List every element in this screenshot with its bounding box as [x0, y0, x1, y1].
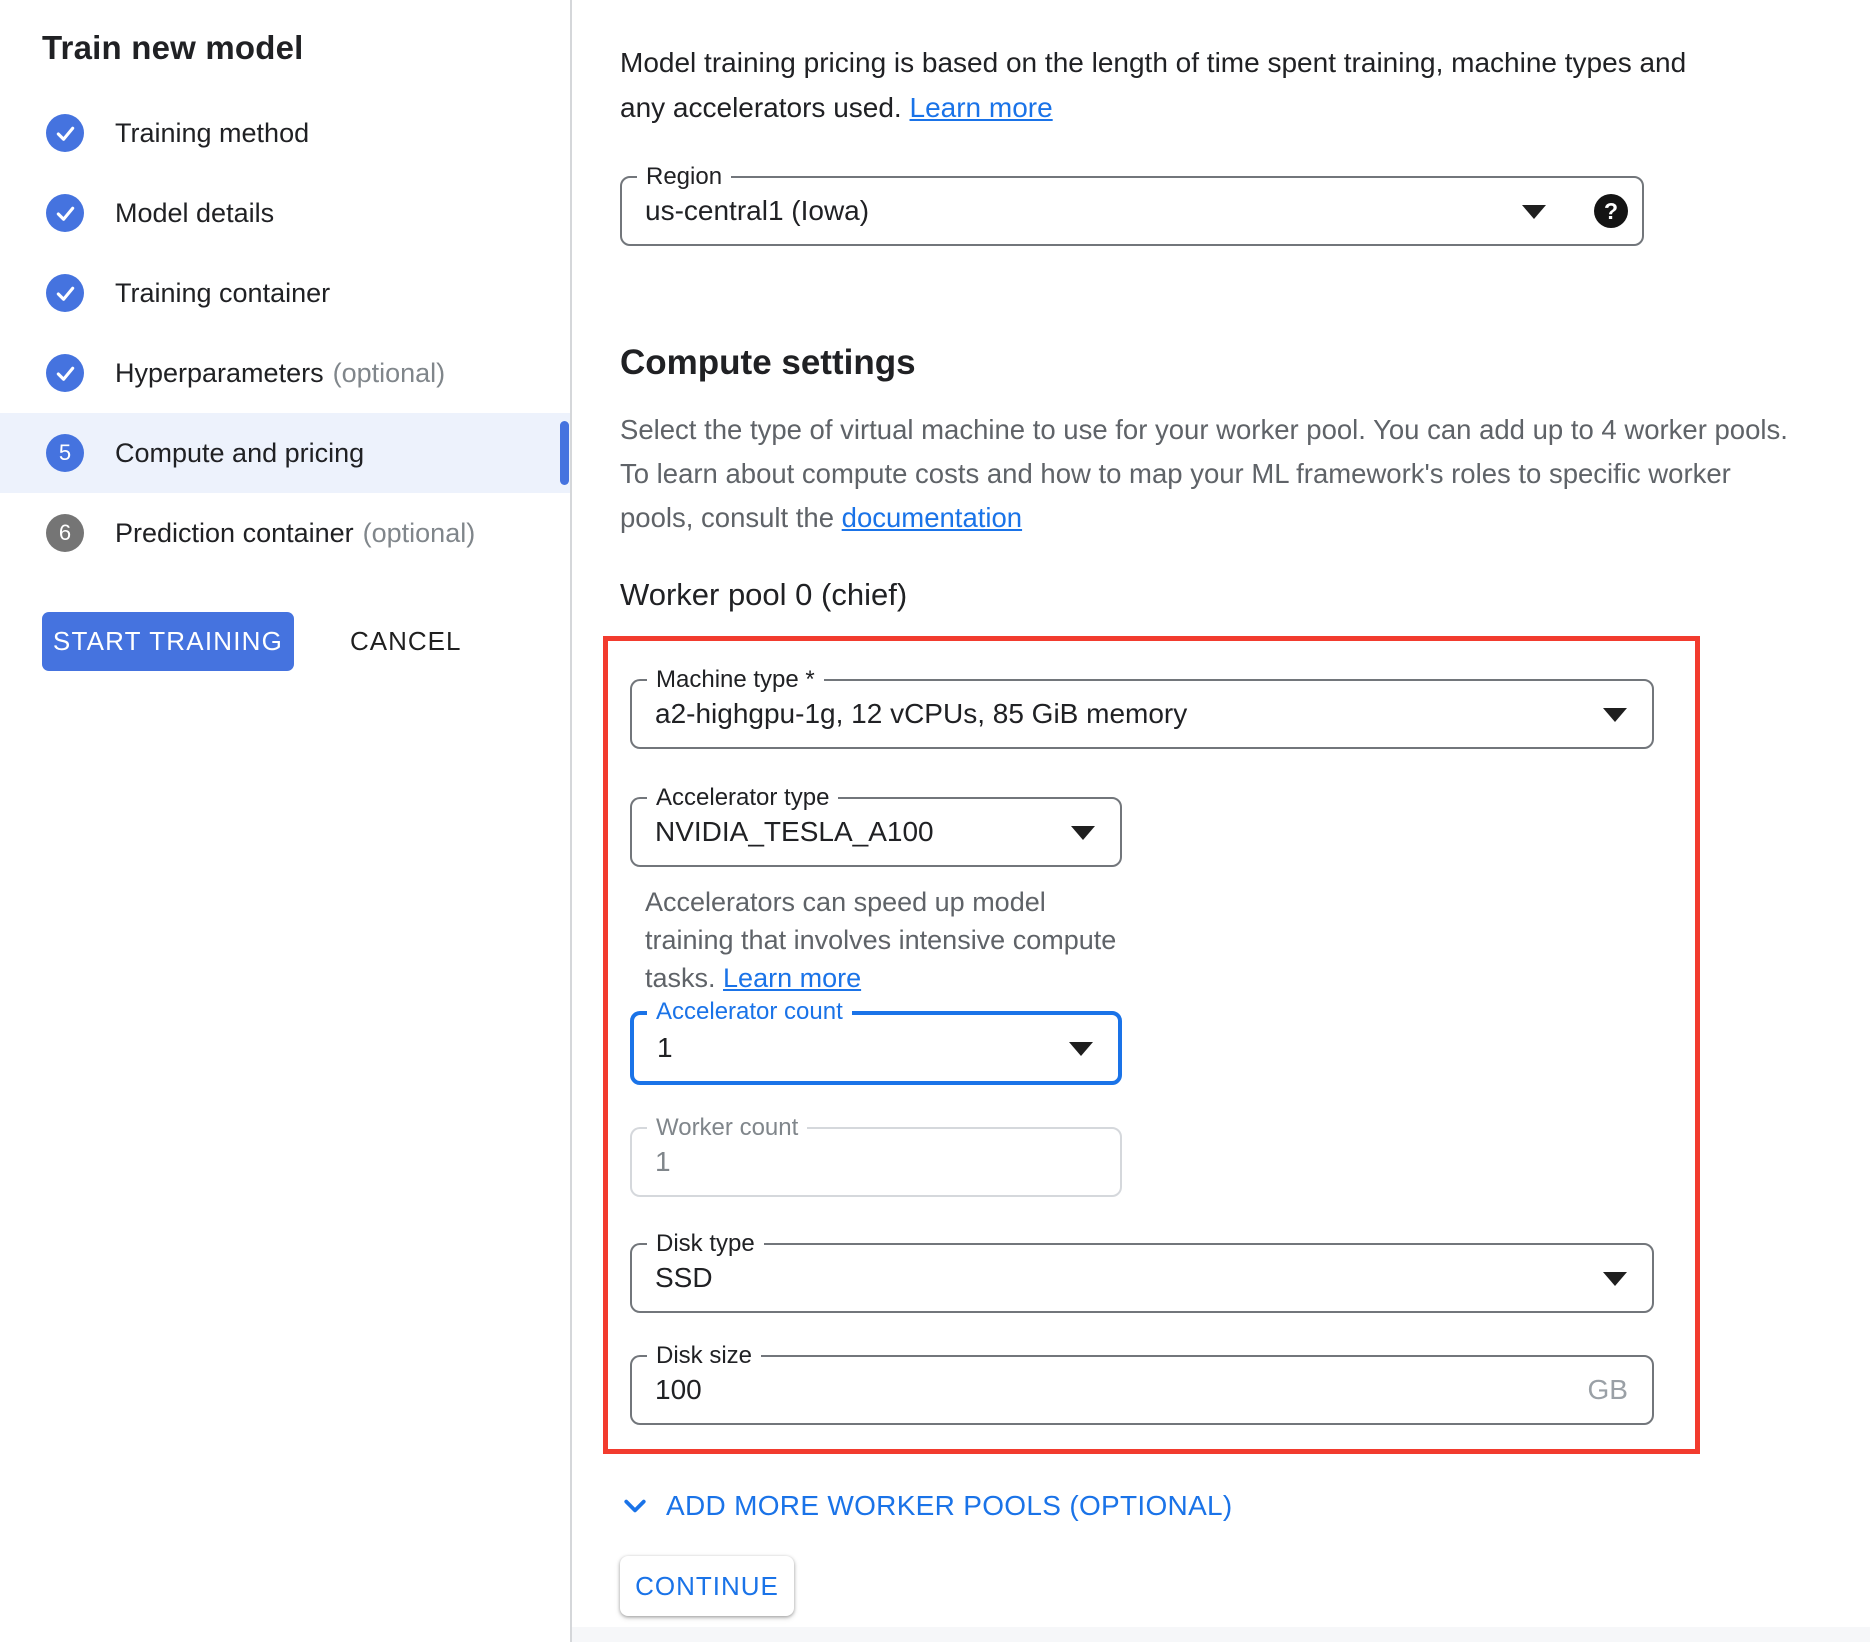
start-training-button[interactable]: START TRAINING	[42, 612, 294, 671]
accelerator-learn-more-link[interactable]: Learn more	[723, 963, 861, 993]
pricing-intro-body: Model training pricing is based on the l…	[620, 47, 1686, 123]
dropdown-caret-icon	[1522, 205, 1546, 219]
train-new-model-page: Train new model Training method Model de…	[0, 0, 1870, 1642]
compute-settings-description: Select the type of virtual machine to us…	[620, 408, 1865, 540]
disk-size-label: Disk size	[647, 1343, 761, 1369]
step-number-badge: 6	[46, 514, 84, 552]
step-label-text: Training container	[115, 278, 330, 309]
accelerator-count-value: 1	[657, 1032, 673, 1064]
region-field-label: Region	[637, 164, 731, 190]
disk-type-label: Disk type	[647, 1231, 764, 1257]
accelerator-count-select[interactable]: Accelerator count 1	[630, 1011, 1122, 1085]
dropdown-caret-icon	[1603, 708, 1627, 722]
machine-type-label: Machine type *	[647, 667, 824, 693]
step-completed-check-icon	[46, 274, 84, 312]
dropdown-caret-icon	[1069, 1042, 1093, 1056]
machine-type-select[interactable]: Machine type * a2-highgpu-1g, 12 vCPUs, …	[630, 679, 1654, 749]
step-label: Compute and pricing	[115, 438, 364, 469]
step-label: Model details	[115, 198, 274, 229]
worker-pool-heading: Worker pool 0 (chief)	[620, 576, 1870, 614]
pricing-learn-more-link[interactable]: Learn more	[910, 92, 1053, 123]
wizard-steps: Training method Model details Training c…	[0, 93, 570, 573]
step-completed-check-icon	[46, 194, 84, 232]
step-number: 5	[59, 440, 71, 466]
compute-settings-heading: Compute settings	[620, 342, 1870, 384]
step-prediction-container[interactable]: 6 Prediction container (optional)	[0, 493, 570, 573]
region-select[interactable]: Region us-central1 (Iowa) ?	[620, 176, 1644, 246]
active-step-indicator	[560, 421, 569, 485]
step-hyperparameters[interactable]: Hyperparameters (optional)	[0, 333, 570, 413]
compute-settings-description-body: Select the type of virtual machine to us…	[620, 414, 1788, 533]
page-title: Train new model	[42, 28, 570, 68]
accelerator-count-label: Accelerator count	[647, 999, 852, 1025]
region-help-icon[interactable]: ?	[1594, 194, 1628, 228]
worker-count-label: Worker count	[647, 1115, 807, 1141]
worker-count-input: Worker count 1	[630, 1127, 1122, 1197]
documentation-link[interactable]: documentation	[842, 502, 1022, 533]
region-field-row: Region us-central1 (Iowa) ?	[620, 176, 1870, 246]
pricing-intro-text: Model training pricing is based on the l…	[620, 40, 1860, 130]
disk-size-input[interactable]: Disk size 100 GB	[630, 1355, 1654, 1425]
disk-size-value: 100	[655, 1374, 702, 1406]
worker-count-value: 1	[655, 1146, 671, 1178]
disk-type-select[interactable]: Disk type SSD	[630, 1243, 1654, 1313]
accelerator-type-select[interactable]: Accelerator type NVIDIA_TESLA_A100	[630, 797, 1122, 867]
dropdown-caret-icon	[1071, 826, 1095, 840]
disk-size-unit: GB	[1588, 1374, 1628, 1406]
step-training-container[interactable]: Training container	[0, 253, 570, 333]
step-compute-and-pricing[interactable]: 5 Compute and pricing	[0, 413, 570, 493]
step-label: Prediction container	[115, 518, 354, 549]
accelerator-type-label: Accelerator type	[647, 785, 838, 811]
step-optional-suffix: (optional)	[333, 358, 446, 389]
add-more-worker-pools-label: ADD MORE WORKER POOLS (OPTIONAL)	[666, 1490, 1233, 1522]
wizard-actions: START TRAINING CANCEL	[42, 612, 570, 671]
accelerator-helper-text: Accelerators can speed up model training…	[645, 883, 1205, 997]
chevron-down-icon	[620, 1491, 650, 1521]
step-number-badge: 5	[46, 434, 84, 472]
cancel-button[interactable]: CANCEL	[344, 625, 467, 658]
step-optional-suffix: (optional)	[363, 518, 476, 549]
step-completed-check-icon	[46, 114, 84, 152]
add-more-worker-pools-toggle[interactable]: ADD MORE WORKER POOLS (OPTIONAL)	[620, 1490, 1233, 1522]
step-model-details[interactable]: Model details	[0, 173, 570, 253]
step-training-method[interactable]: Training method	[0, 93, 570, 173]
disk-type-value: SSD	[655, 1262, 713, 1294]
wizard-sidebar: Train new model Training method Model de…	[0, 0, 570, 1642]
dropdown-caret-icon	[1603, 1272, 1627, 1286]
region-field-value: us-central1 (Iowa)	[645, 195, 869, 227]
step-number: 6	[59, 520, 71, 546]
step-label: Training method	[115, 118, 309, 149]
step-completed-check-icon	[46, 354, 84, 392]
step-label: Hyperparameters	[115, 358, 324, 389]
compute-and-pricing-panel: Model training pricing is based on the l…	[572, 0, 1870, 1642]
accelerator-helper-body: Accelerators can speed up model training…	[645, 887, 1116, 993]
highlighted-worker-pool-form: Machine type * a2-highgpu-1g, 12 vCPUs, …	[603, 636, 1700, 1454]
accelerator-type-value: NVIDIA_TESLA_A100	[655, 816, 934, 848]
bottom-section-strip	[572, 1627, 1870, 1642]
continue-button[interactable]: CONTINUE	[620, 1556, 794, 1616]
machine-type-value: a2-highgpu-1g, 12 vCPUs, 85 GiB memory	[655, 698, 1187, 730]
